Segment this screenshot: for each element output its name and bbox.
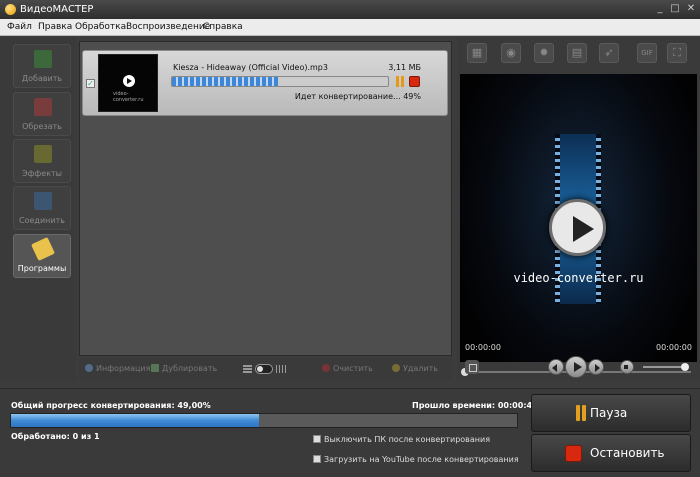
minimize-button[interactable]: _ [653, 3, 667, 16]
add-label: Добавить [21, 74, 63, 83]
snapshot-button[interactable] [465, 360, 479, 374]
close-button[interactable]: ✕ [684, 3, 698, 16]
shutdown-label: Выключить ПК после конвертирования [324, 435, 491, 444]
file-name: Kiesza - Hideaway (Official Video).mp3 [173, 63, 328, 72]
processed-count: Обработано: 0 из 1 [11, 432, 100, 441]
stop-button[interactable]: Остановить [531, 434, 691, 472]
clear-label: Очистить [333, 364, 373, 373]
menu-edit[interactable]: Правка [38, 22, 72, 32]
volume-knob[interactable] [681, 363, 689, 371]
shutdown-checkbox[interactable]: Выключить ПК после конвертирования [313, 435, 490, 444]
delete-icon [392, 364, 400, 372]
duplicate-icon [151, 364, 159, 372]
player-controls [457, 355, 700, 380]
elapsed-time-label: Прошло времени: 00:00:45 [412, 401, 538, 410]
crop-icon[interactable]: ▤ [567, 43, 587, 63]
brightness-icon[interactable]: ✹ [534, 43, 554, 63]
clear-icon [322, 364, 330, 372]
youtube-checkbox[interactable]: Загрузить на YouTube после конвертирован… [313, 455, 519, 464]
preview-panel: ▦ ◉ ✹ ▤ ➶ GIF ⛶ video-converter.ru 00:00… [457, 37, 700, 381]
video-screen[interactable]: video-converter.ru [460, 74, 697, 362]
maximize-button[interactable]: □ [668, 3, 682, 16]
overall-progress-label: Общий прогресс конвертирования: 49,00% [11, 401, 211, 410]
list-view-icon [243, 365, 252, 373]
file-size: 3,11 МБ [388, 63, 421, 72]
effects-toolbar: ▦ ◉ ✹ ▤ ➶ GIF ⛶ [461, 43, 695, 65]
previous-button[interactable] [548, 359, 564, 375]
duplicate-button[interactable]: Дублировать [151, 364, 217, 373]
volume-slider[interactable] [643, 363, 689, 371]
next-button[interactable] [588, 359, 604, 375]
cut-button[interactable]: Обрезать [13, 92, 71, 136]
shutdown-checkbox-box[interactable] [313, 435, 321, 443]
pause-icon [576, 405, 586, 421]
cut-label: Обрезать [22, 122, 62, 131]
effects-label: Эффекты [22, 169, 62, 178]
window-title: ВидеоМАСТЕР [20, 4, 94, 15]
title-bar: ВидеоМАСТЕР _ □ ✕ [0, 0, 700, 19]
join-label: Соединить [19, 216, 65, 225]
menu-playback[interactable]: Воспроизведение [126, 22, 210, 32]
clear-button[interactable]: Очистить [322, 364, 373, 373]
menu-processing[interactable]: Обработка [75, 22, 126, 32]
volume-icon[interactable] [620, 360, 634, 374]
menu-bar: Файл Правка Обработка Воспроизведение Сп… [0, 19, 700, 36]
youtube-label: Загрузить на YouTube после конвертирован… [324, 455, 519, 464]
tools-sidebar: Добавить Обрезать Эффекты Соединить Прог… [0, 37, 76, 381]
cut-film-icon [34, 98, 52, 116]
file-progress-fill [172, 77, 278, 86]
add-film-icon [34, 50, 52, 68]
film-icon[interactable]: ▦ [467, 43, 487, 63]
speed-icon[interactable]: ➶ [599, 43, 619, 63]
info-icon [85, 364, 93, 372]
join-button[interactable]: Соединить [13, 186, 71, 230]
big-play-button[interactable] [549, 199, 606, 256]
thumb-watermark: video-converter.ru [113, 91, 144, 103]
fullscreen-icon[interactable]: ⛶ [667, 43, 687, 63]
app-logo-icon [5, 4, 16, 15]
video-watermark: video-converter.ru [513, 271, 644, 285]
file-checkbox[interactable]: ✓ [86, 79, 95, 88]
thumb-play-icon [123, 75, 135, 87]
pause-file-button[interactable] [395, 76, 405, 87]
info-button[interactable]: Информация [85, 364, 150, 373]
programs-label: Программы [17, 264, 67, 273]
list-toolbar: Информация Дублировать Очистить Удалить [79, 358, 452, 380]
video-thumbnail[interactable]: video-converter.ru [98, 54, 158, 112]
programs-button[interactable]: Программы [13, 234, 71, 278]
gif-icon[interactable]: GIF [637, 43, 657, 63]
pause-label: Пауза [590, 406, 628, 420]
effects-icon [34, 145, 52, 163]
menu-help[interactable]: Справка [203, 22, 243, 32]
view-toggle[interactable] [243, 364, 288, 374]
info-label: Информация [96, 364, 151, 373]
overall-progress-bar [10, 413, 518, 428]
add-button[interactable]: Добавить [13, 44, 71, 88]
delete-label: Удалить [403, 364, 438, 373]
time-total: 00:00:00 [656, 343, 692, 352]
view-switch[interactable] [255, 364, 273, 374]
conversion-panel: Общий прогресс конвертирования: 49,00% П… [0, 388, 700, 477]
list-item[interactable]: ✓ video-converter.ru Kiesza - Hideaway (… [82, 50, 448, 116]
stop-label: Остановить [590, 446, 665, 460]
grid-view-icon [276, 365, 286, 373]
overall-progress-fill [11, 414, 259, 427]
stabilize-icon[interactable]: ◉ [501, 43, 521, 63]
file-progress-bar [171, 76, 389, 87]
time-current: 00:00:00 [465, 343, 501, 352]
file-list[interactable]: ✓ video-converter.ru Kiesza - Hideaway (… [79, 41, 452, 356]
menu-file[interactable]: Файл [7, 22, 32, 32]
effects-button[interactable]: Эффекты [13, 139, 71, 183]
duplicate-label: Дублировать [162, 364, 218, 373]
join-icon [34, 192, 52, 210]
play-button[interactable] [565, 356, 587, 378]
stop-file-button[interactable] [409, 76, 420, 87]
file-status: Идет конвертирование... 49% [294, 92, 421, 101]
youtube-checkbox-box[interactable] [313, 455, 321, 463]
delete-button[interactable]: Удалить [392, 364, 438, 373]
stop-icon [565, 445, 582, 462]
programs-icon [31, 237, 55, 261]
pause-button[interactable]: Пауза [531, 394, 691, 432]
